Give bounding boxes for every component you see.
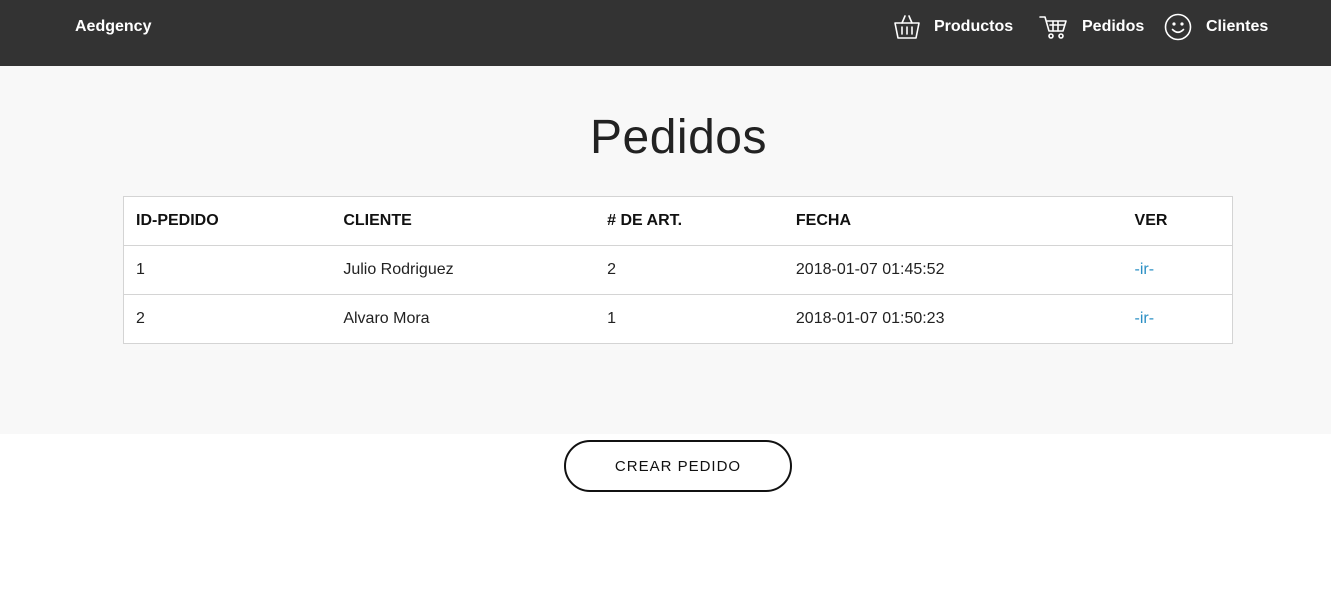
- basket-icon: [893, 13, 921, 41]
- cell-ver: -ir-: [1123, 295, 1233, 344]
- cell-cliente: Alvaro Mora: [343, 310, 430, 327]
- cell-articulos: 2: [595, 245, 784, 295]
- cell-ver: -ir-: [1122, 245, 1233, 295]
- cart-icon: [1039, 13, 1069, 41]
- nav-item-pedidos[interactable]: Pedidos: [1039, 10, 1144, 44]
- cell-fecha: 2018-01-07 01:50:23: [795, 310, 945, 327]
- table-row: 2 Alvaro Mora 1 2018-01-07 01:50:23 -ir-: [124, 295, 1233, 344]
- column-header-ver: VER: [1122, 196, 1233, 246]
- ver-pedido-link[interactable]: -ir-: [1135, 310, 1155, 327]
- smiley-icon: [1163, 12, 1193, 42]
- cell-fecha: 2018-01-07 01:45:52: [783, 245, 1123, 295]
- table-row: 1 Julio Rodriguez 2 2018-01-07 01:45:52 …: [123, 245, 1233, 295]
- brand-logo-link[interactable]: Aedgency: [75, 18, 151, 36]
- cell-id: 2: [136, 310, 145, 327]
- top-navbar: Aedgency Productos Pedidos Clientes: [0, 0, 1331, 66]
- table-header-row: ID-PEDIDO CLIENTE # DE ART. FECHA VER: [123, 196, 1233, 246]
- column-header-fecha: FECHA: [783, 196, 1123, 246]
- ver-pedido-link[interactable]: -ir-: [1135, 261, 1155, 278]
- crear-pedido-button[interactable]: CREAR PEDIDO: [564, 440, 792, 492]
- column-header-articulos: # DE ART.: [595, 196, 784, 246]
- column-header-id: ID-PEDIDO: [123, 196, 332, 246]
- nav-item-label: Productos: [934, 18, 1014, 35]
- cell-cliente: Julio Rodriguez: [331, 245, 596, 295]
- nav-item-label: Clientes: [1206, 18, 1269, 35]
- nav-item-label: Pedidos: [1082, 18, 1145, 35]
- main-content: Pedidos ID-PEDIDO CLIENTE # DE ART. FECH…: [0, 66, 1331, 434]
- cell-articulos: 1: [607, 310, 616, 327]
- page-title: Pedidos: [590, 111, 767, 164]
- nav-item-clientes[interactable]: Clientes: [1163, 10, 1268, 44]
- orders-table: ID-PEDIDO CLIENTE # DE ART. FECHA VER 1 …: [123, 196, 1233, 344]
- cell-id: 1: [123, 245, 332, 295]
- column-header-cliente: CLIENTE: [331, 196, 596, 246]
- nav-item-productos[interactable]: Productos: [893, 10, 1013, 44]
